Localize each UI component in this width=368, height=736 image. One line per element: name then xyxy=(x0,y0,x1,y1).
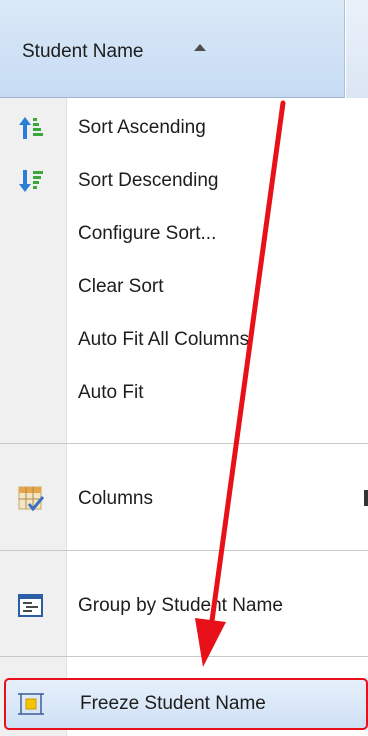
menu-item-label: Clear Sort xyxy=(78,276,164,297)
menu-item-columns[interactable]: Columns xyxy=(0,474,368,524)
menu-item-sort-ascending[interactable]: Sort Ascending xyxy=(0,103,368,153)
menu-separator xyxy=(0,656,368,657)
menu-item-label: Sort Ascending xyxy=(78,117,206,138)
menu-item-label: Configure Sort... xyxy=(78,223,217,244)
menu-separator xyxy=(0,443,368,444)
sort-descending-icon xyxy=(18,168,44,194)
group-by-icon xyxy=(18,593,44,619)
menu-item-label: Freeze Student Name xyxy=(80,693,266,714)
menu-separator xyxy=(0,550,368,551)
menu-item-auto-fit-all-columns[interactable]: Auto Fit All Columns xyxy=(0,315,368,365)
menu-item-auto-fit[interactable]: Auto Fit xyxy=(0,368,368,418)
sort-ascending-icon xyxy=(18,115,44,141)
menu-item-label: Auto Fit All Columns xyxy=(78,329,250,350)
menu-item-label: Sort Descending xyxy=(78,170,219,191)
menu-item-label: Group by Student Name xyxy=(78,595,283,616)
menu-item-freeze-student-name[interactable]: Freeze Student Name xyxy=(4,678,368,730)
freeze-column-icon xyxy=(18,691,44,717)
menu-item-label: Auto Fit xyxy=(78,382,144,403)
menu-item-group-by-student-name[interactable]: Group by Student Name xyxy=(0,581,368,631)
column-header-student-name[interactable]: Student Name xyxy=(0,0,345,98)
sort-ascending-indicator-icon xyxy=(194,44,206,51)
column-context-menu: Sort Ascending Sort Descending Configure… xyxy=(0,98,368,736)
next-column-header[interactable] xyxy=(346,0,368,98)
submenu-arrow-icon xyxy=(364,490,368,506)
columns-icon xyxy=(18,486,45,512)
menu-item-clear-sort[interactable]: Clear Sort xyxy=(0,262,368,312)
menu-item-label: Columns xyxy=(78,488,153,509)
menu-item-configure-sort[interactable]: Configure Sort... xyxy=(0,209,368,259)
column-header-label: Student Name xyxy=(22,41,144,62)
menu-item-sort-descending[interactable]: Sort Descending xyxy=(0,156,368,206)
